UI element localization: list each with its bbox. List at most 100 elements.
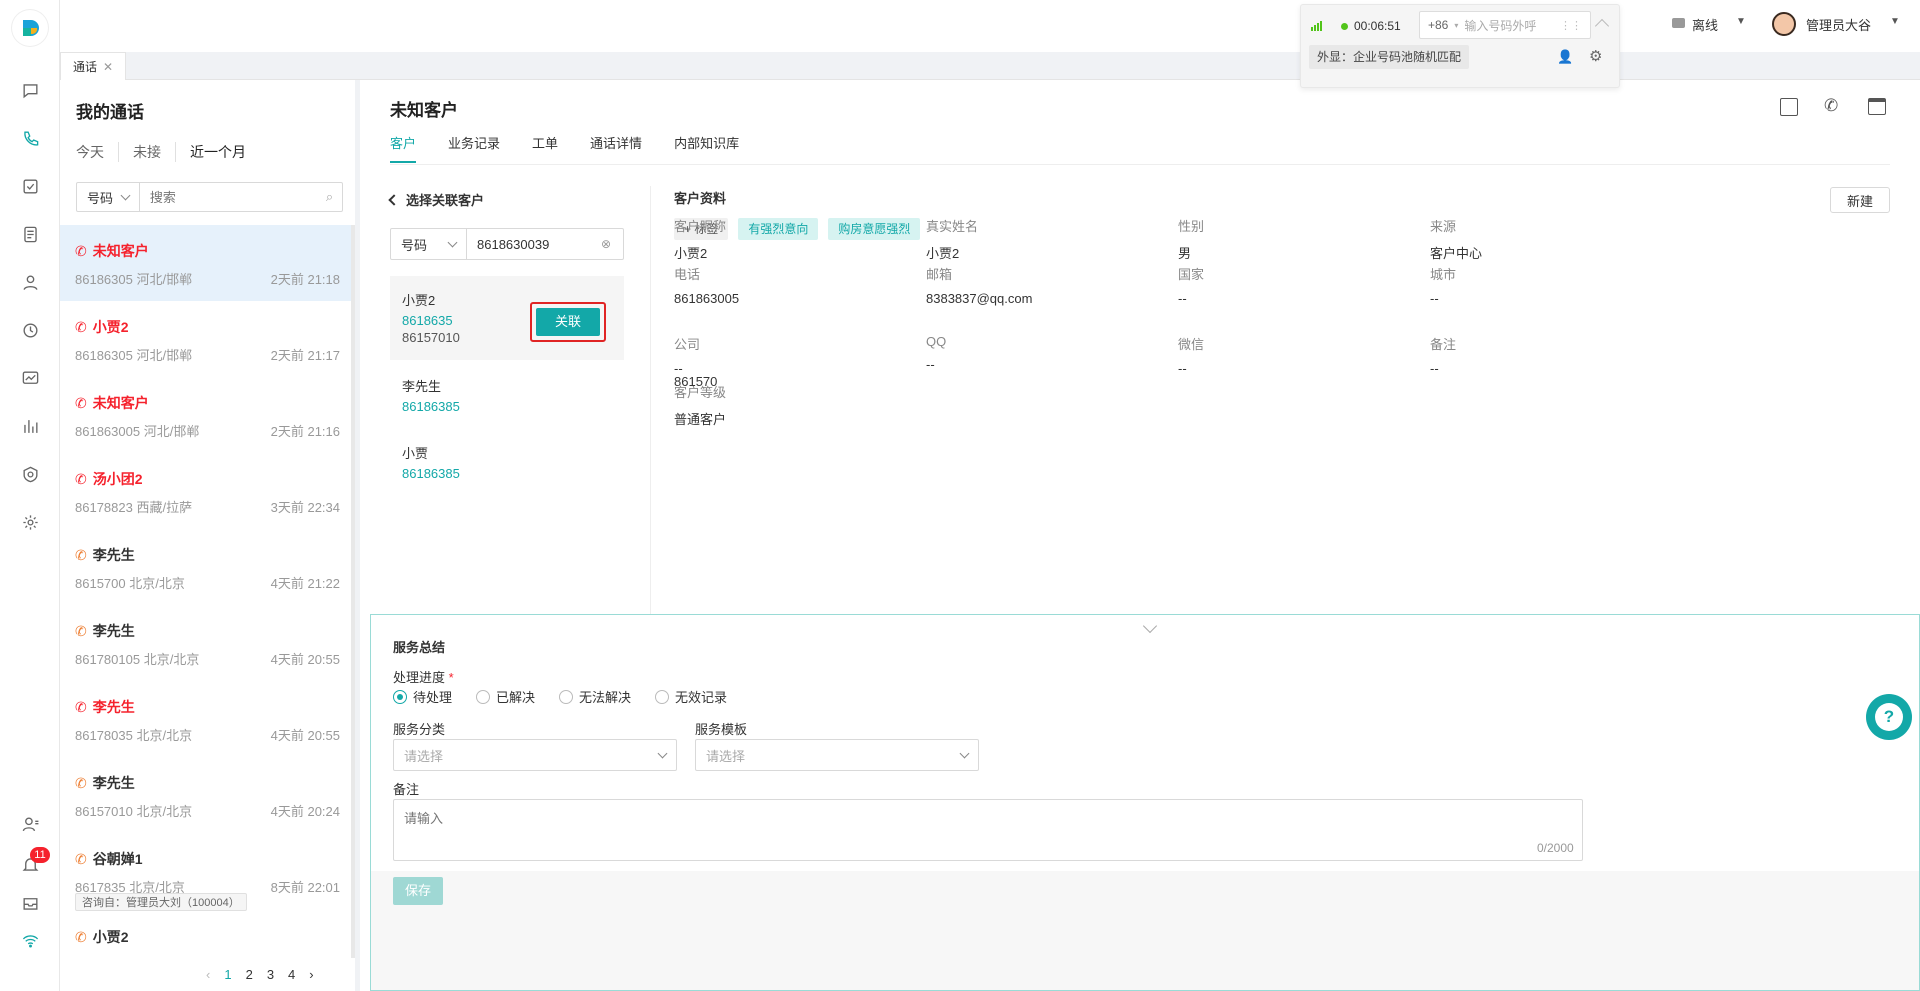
filter-today[interactable]: 今天	[76, 142, 119, 162]
notification-badge: 11	[30, 847, 50, 863]
tab-call-detail[interactable]: 通话详情	[590, 133, 642, 163]
caller-display[interactable]: 外显：企业号码池随机匹配	[1309, 45, 1469, 69]
profile-field: 公司 --	[674, 334, 914, 376]
page-4[interactable]: 4	[288, 967, 295, 982]
call-list-item[interactable]: ✆ 李先生 8615700 北京/北京 4天前 21:22	[60, 529, 355, 605]
help-button[interactable]: ?	[1866, 694, 1912, 740]
country-code[interactable]: +86	[1428, 18, 1448, 32]
call-list-item[interactable]: ✆ 李先生 861780105 北京/北京 4天前 20:55	[60, 605, 355, 681]
assoc-result-name[interactable]: 小贾	[402, 443, 428, 462]
gear-icon[interactable]: ⚙	[1589, 47, 1602, 65]
call-meta: 861780105 北京/北京 4天前 20:55	[75, 649, 340, 668]
call-name: ✆ 未知客户	[75, 393, 340, 413]
phone-extra: 861570	[674, 374, 718, 389]
user-dropdown-icon[interactable]: ▼	[1890, 16, 1900, 27]
settings-icon[interactable]	[18, 510, 42, 534]
assoc-type-select[interactable]: 号码	[391, 229, 467, 259]
dial-input[interactable]: +86 ▾ 输入号码外呼 ⋮⋮	[1419, 11, 1591, 39]
field-label: 电话	[674, 267, 701, 282]
scrollbar[interactable]	[351, 225, 355, 991]
radio-unresolvable[interactable]: 无法解决	[559, 687, 631, 706]
add-record-icon[interactable]	[1780, 98, 1798, 116]
next-page-icon[interactable]: ›	[309, 967, 313, 982]
tab-ticket[interactable]: 工单	[532, 133, 558, 163]
transfer-icon[interactable]: 👤	[1557, 49, 1573, 65]
assoc-result-name[interactable]: 李先生	[402, 376, 441, 395]
template-select[interactable]: 请选择	[695, 739, 979, 771]
call-icon[interactable]: ✆	[1824, 96, 1838, 116]
contacts-icon[interactable]	[18, 270, 42, 294]
softphone-panel: 00:06:51 +86 ▾ 输入号码外呼 ⋮⋮ 外显：企业号码池随机匹配 👤 ⚙	[1300, 4, 1620, 88]
save-button[interactable]: 保存	[393, 877, 443, 905]
call-name: ✆ 李先生	[75, 773, 340, 793]
agent-status[interactable]: 离线	[1692, 15, 1718, 34]
collapse-icon[interactable]	[1594, 18, 1610, 34]
user-switch-icon[interactable]	[18, 812, 42, 836]
call-list-item[interactable]: ✆ 李先生 86178035 北京/北京 4天前 20:55	[60, 681, 355, 757]
field-label: QQ	[926, 334, 947, 349]
close-icon[interactable]: ✕	[103, 53, 113, 81]
avatar[interactable]	[1772, 12, 1796, 36]
column-divider	[650, 186, 651, 670]
history-icon[interactable]	[18, 318, 42, 342]
phone-icon[interactable]	[18, 126, 42, 150]
call-list-item[interactable]: ✆ 小贾2 86186305 河北/邯郸 2天前 21:17	[60, 301, 355, 377]
monitor-icon[interactable]	[18, 366, 42, 390]
keypad-icon[interactable]: ⋮⋮	[1560, 19, 1582, 32]
caller-name: 汤小团2	[92, 471, 143, 487]
field-value: 小贾2	[674, 246, 708, 261]
user-name[interactable]: 管理员大谷	[1806, 15, 1871, 34]
remark-textarea[interactable]	[393, 799, 1583, 861]
assoc-result-phone: 8618635	[402, 313, 453, 328]
category-select[interactable]: 请选择	[393, 739, 677, 771]
prev-page-icon[interactable]: ‹	[206, 967, 210, 982]
document-icon[interactable]	[18, 222, 42, 246]
search-icon[interactable]: ⌕	[326, 189, 342, 205]
assoc-search-input[interactable]: 8618630039	[467, 237, 601, 252]
task-icon[interactable]	[18, 174, 42, 198]
tab-customer[interactable]: 客户	[390, 133, 417, 163]
search-input[interactable]	[139, 184, 326, 210]
field-value: 男	[1178, 246, 1192, 261]
profile-field: 国家 --	[1178, 264, 1418, 306]
radio-invalid[interactable]: 无效记录	[655, 687, 727, 706]
profile-field: QQ --	[926, 334, 1166, 372]
call-list-item[interactable]: ✆ 未知客户 861863005 河北/邯郸 2天前 21:16	[60, 377, 355, 453]
status-dropdown-icon[interactable]: ▼	[1736, 16, 1746, 27]
call-list-item[interactable]: ✆ 谷朝婵1 8617835 北京/北京 8天前 22:01 咨询自：管理员大刘（100…	[60, 833, 355, 911]
radio-resolved[interactable]: 已解决	[476, 687, 535, 706]
inbox-icon[interactable]	[18, 891, 42, 915]
tab-knowledge[interactable]: 内部知识库	[674, 133, 739, 163]
security-icon[interactable]	[18, 462, 42, 486]
call-list-item[interactable]: ✆ 未知客户 86186305 河北/邯郸 2天前 21:18	[60, 225, 355, 301]
tab-business[interactable]: 业务记录	[448, 133, 500, 163]
field-label: 客户昵称	[674, 219, 727, 234]
report-icon[interactable]	[18, 414, 42, 438]
radio-pending-label: 待处理	[413, 690, 453, 705]
consult-tag: 咨询自：管理员大刘（100004）	[75, 893, 247, 911]
clear-icon[interactable]: ⊗	[601, 237, 623, 251]
filter-missed[interactable]: 未接	[119, 142, 176, 162]
panel-title: 我的通话	[76, 103, 144, 122]
call-list-item[interactable]: ✆ 汤小团2 86178823 西藏/拉萨 3天前 22:34	[60, 453, 355, 529]
call-list-item[interactable]: ✆ 李先生 86157010 北京/北京 4天前 20:24	[60, 757, 355, 833]
link-button[interactable]: 关联	[536, 308, 600, 336]
back-link[interactable]: 选择关联客户	[388, 190, 484, 209]
page-3[interactable]: 3	[267, 967, 274, 982]
caller-name: 未知客户	[92, 243, 149, 259]
call-status-dot	[1341, 23, 1348, 30]
calendar-icon[interactable]	[1868, 98, 1886, 115]
call-time: 3天前 22:34	[270, 500, 340, 515]
new-customer-button[interactable]: 新建	[1830, 187, 1890, 213]
page-1[interactable]: 1	[224, 967, 231, 982]
page-2[interactable]: 2	[246, 967, 253, 982]
missed-call-icon: ✆	[75, 470, 87, 487]
filter-month[interactable]: 近一个月	[176, 142, 246, 162]
field-label: 城市	[1430, 267, 1457, 282]
chat-icon[interactable]	[18, 78, 42, 102]
collapse-chevron-icon[interactable]	[1142, 618, 1158, 634]
search-type-select[interactable]: 号码	[77, 183, 140, 211]
call-name: ✆ 李先生	[75, 545, 340, 565]
radio-pending[interactable]: 待处理	[393, 687, 452, 706]
tab-calls[interactable]: 通话 ✕	[60, 52, 127, 81]
